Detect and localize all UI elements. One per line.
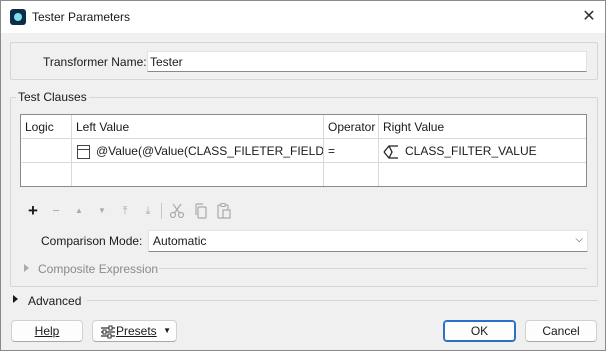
paste-icon[interactable]: [215, 202, 233, 220]
chevron-down-icon: ⌵: [575, 234, 583, 245]
column-header-logic[interactable]: Logic: [21, 115, 72, 138]
test-clauses-table: Logic Left Value Operator Right Value @V…: [20, 114, 587, 187]
right-value-cell[interactable]: CLASS_FILTER_VALUE: [379, 139, 586, 163]
expression-editor-icon[interactable]: [77, 144, 90, 159]
composite-divider: [159, 268, 587, 269]
column-header-operator[interactable]: Operator: [324, 115, 379, 138]
sliders-icon: [101, 325, 115, 339]
move-down-button[interactable]: ▼: [93, 202, 111, 220]
cancel-button[interactable]: Cancel: [525, 320, 597, 342]
advanced-divider: [87, 300, 598, 301]
scissors-icon[interactable]: [168, 202, 186, 220]
move-up-button[interactable]: ▲: [70, 202, 88, 220]
advanced-toggle[interactable]: Advanced: [28, 294, 81, 308]
comparison-mode-label: Comparison Mode:: [41, 234, 143, 248]
comparison-mode-value: Automatic: [153, 234, 207, 248]
add-row-button[interactable]: +: [24, 202, 42, 220]
column-header-left-value[interactable]: Left Value: [72, 115, 324, 138]
column-header-right-value[interactable]: Right Value: [379, 115, 586, 138]
comparison-mode-select[interactable]: Automatic ⌵: [148, 230, 588, 252]
column-divider: [323, 115, 324, 186]
ok-button[interactable]: OK: [443, 320, 516, 342]
toolbar-separator: [161, 203, 162, 219]
table-row[interactable]: @Value(@Value(CLASS_FILETER_FIELD)) = CL…: [21, 139, 586, 163]
transformer-name-input[interactable]: Tester: [147, 51, 587, 72]
expand-triangle-icon[interactable]: [24, 264, 29, 272]
column-divider: [71, 115, 72, 186]
left-value-cell[interactable]: @Value(@Value(CLASS_FILETER_FIELD)): [72, 139, 324, 163]
copy-icon[interactable]: [192, 202, 210, 220]
move-bottom-button[interactable]: ⤓: [139, 202, 157, 220]
right-value-text: CLASS_FILTER_VALUE: [405, 144, 537, 158]
close-button[interactable]: ✕: [579, 7, 599, 27]
title-bar: Tester Parameters ✕: [1, 1, 605, 33]
table-row-empty[interactable]: [21, 163, 586, 186]
expand-triangle-icon[interactable]: [13, 295, 18, 303]
app-icon: [10, 9, 26, 25]
composite-expression-toggle[interactable]: Composite Expression: [38, 262, 158, 276]
dropdown-arrow-icon: ▼: [163, 326, 171, 335]
window-title: Tester Parameters: [32, 10, 131, 24]
left-value-text: @Value(@Value(CLASS_FILETER_FIELD)): [96, 144, 324, 158]
operator-cell[interactable]: =: [324, 139, 379, 163]
logic-cell[interactable]: [21, 139, 72, 163]
transformer-name-label: Transformer Name:: [43, 55, 147, 69]
column-divider: [378, 115, 379, 186]
remove-row-button[interactable]: −: [47, 202, 65, 220]
help-button-label: Help: [34, 324, 60, 338]
table-header: Logic Left Value Operator Right Value: [21, 115, 586, 138]
test-clauses-label: Test Clauses: [16, 90, 89, 104]
tester-parameters-dialog: Tester Parameters ✕ Transformer Name: Te…: [0, 0, 606, 351]
move-top-button[interactable]: ⤒: [116, 202, 134, 220]
help-button[interactable]: Help: [11, 320, 83, 342]
presets-button[interactable]: Presets ▼: [92, 320, 177, 342]
presets-button-label: Presets: [116, 324, 157, 338]
attribute-value-icon[interactable]: [383, 145, 399, 159]
